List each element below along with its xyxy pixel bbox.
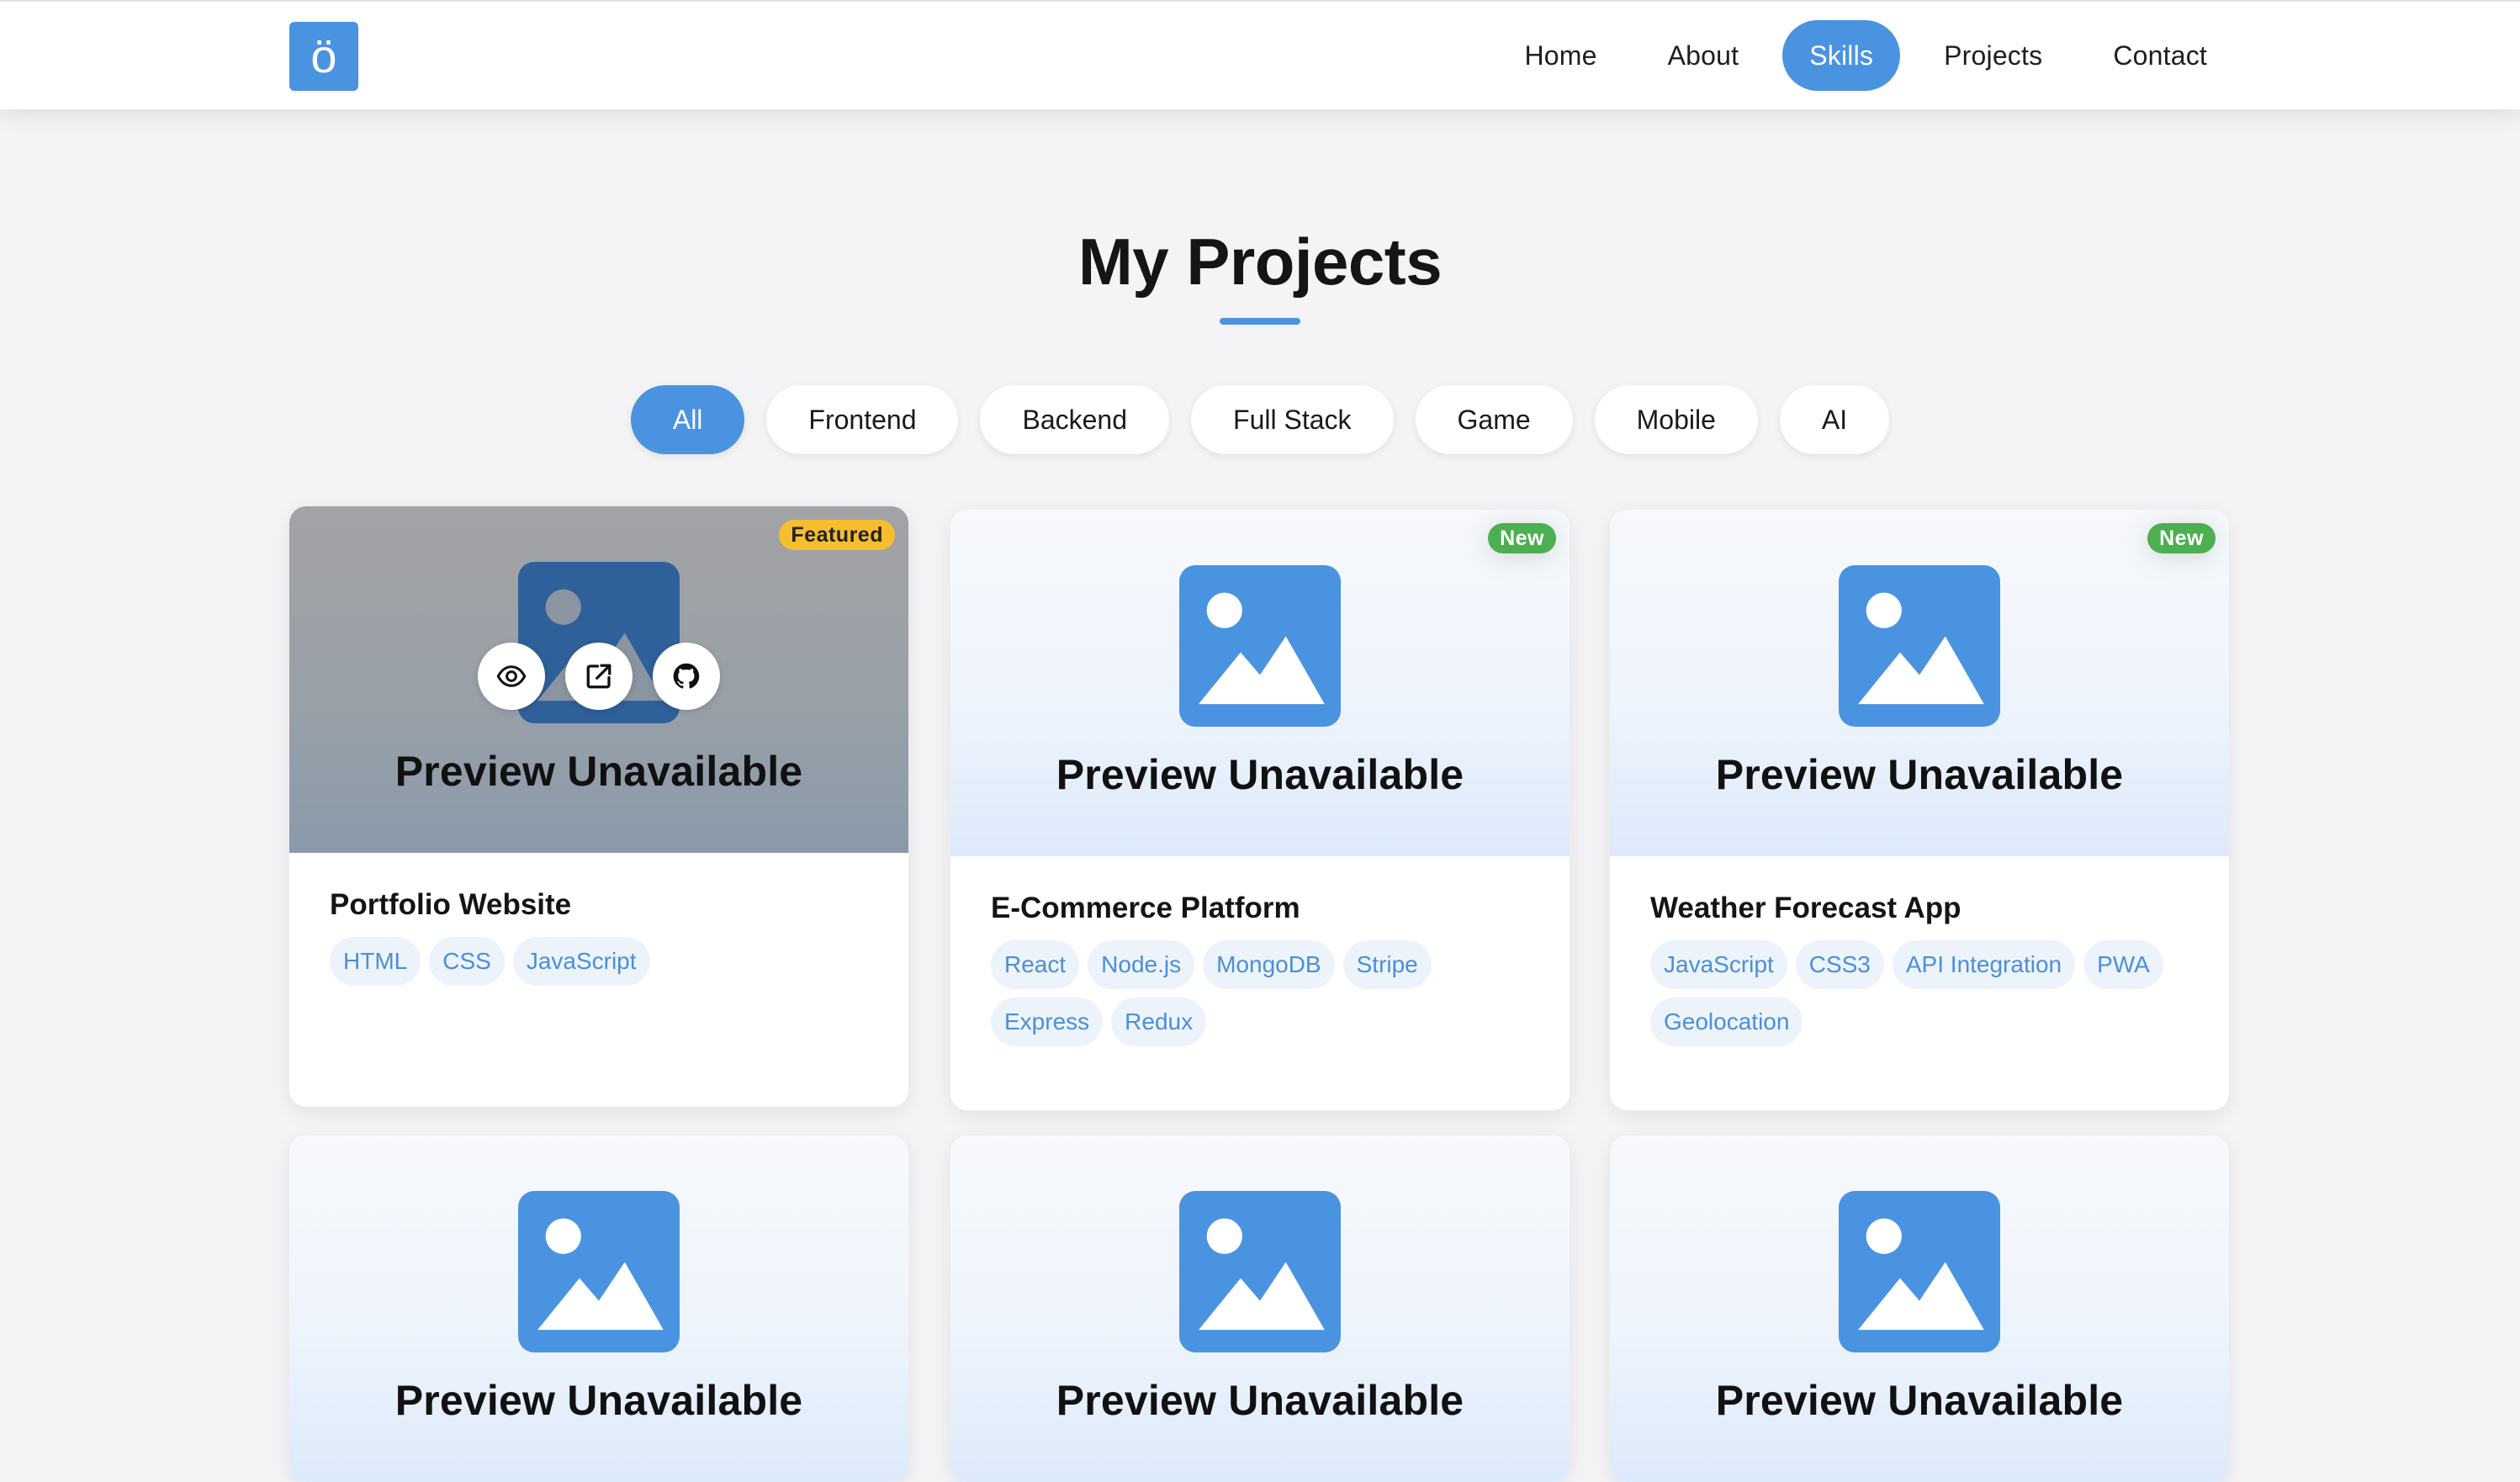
- tag: HTML: [330, 937, 421, 986]
- preview-unavailable-text: Preview Unavailable: [1056, 751, 1464, 798]
- open-link-button[interactable]: [565, 643, 633, 710]
- logo[interactable]: ö: [289, 22, 358, 91]
- filter-full-stack[interactable]: Full Stack: [1191, 385, 1394, 454]
- new-badge: New: [2147, 523, 2216, 553]
- featured-badge: Featured: [779, 520, 895, 550]
- tag: API Integration: [1892, 940, 2076, 989]
- tag-list: HTML CSS JavaScript: [330, 937, 868, 986]
- tag: CSS3: [1795, 940, 1884, 989]
- github-icon: [673, 663, 700, 689]
- nav-home[interactable]: Home: [1497, 20, 1623, 91]
- github-button[interactable]: [653, 643, 720, 710]
- filter-ai[interactable]: AI: [1779, 385, 1890, 454]
- filter-all[interactable]: All: [630, 385, 745, 454]
- project-card-portfolio[interactable]: Featured Preview Unavailable Portfolio W…: [289, 506, 908, 1107]
- filter-game[interactable]: Game: [1415, 385, 1573, 454]
- card-preview: Featured Preview Unavailable: [289, 506, 908, 853]
- card-body: Weather Forecast App JavaScript CSS3 API…: [1610, 856, 2229, 1110]
- preview-unavailable-text: Preview Unavailable: [394, 1377, 803, 1424]
- card-preview: Preview Unavailable: [950, 1135, 1570, 1482]
- tag: Geolocation: [1650, 998, 1803, 1046]
- project-card-weather[interactable]: New Preview Unavailable Weather Forecast…: [1610, 510, 2229, 1110]
- eye-icon: [496, 665, 527, 687]
- image-placeholder-icon: [1179, 565, 1341, 727]
- filter-mobile[interactable]: Mobile: [1594, 385, 1758, 454]
- project-card-ecommerce[interactable]: New Preview Unavailable E-Commerce Platf…: [950, 510, 1570, 1110]
- project-card[interactable]: Preview Unavailable: [1610, 1135, 2229, 1482]
- tag: JavaScript: [1650, 940, 1787, 989]
- tag-list: JavaScript CSS3 API Integration PWA Geol…: [1650, 940, 2189, 1046]
- project-title: E-Commerce Platform: [991, 892, 1300, 924]
- image-placeholder-icon: [518, 1191, 680, 1352]
- card-body: E-Commerce Platform React Node.js MongoD…: [950, 856, 1570, 1110]
- filter-frontend[interactable]: Frontend: [766, 385, 959, 454]
- tag: Stripe: [1342, 940, 1432, 989]
- project-card[interactable]: Preview Unavailable: [950, 1135, 1570, 1482]
- card-body: Portfolio Website HTML CSS JavaScript: [289, 853, 908, 1107]
- tag: MongoDB: [1203, 940, 1335, 989]
- nav-contact[interactable]: Contact: [2086, 20, 2234, 91]
- preview-unavailable-text: Preview Unavailable: [1715, 1377, 2124, 1424]
- image-placeholder-icon: [1839, 1191, 2000, 1352]
- filter-bar: All Frontend Backend Full Stack Game Mob…: [0, 385, 2520, 454]
- project-title: Portfolio Website: [330, 888, 572, 921]
- nav-projects[interactable]: Projects: [1917, 20, 2069, 91]
- external-link-icon: [586, 664, 611, 689]
- new-badge: New: [1488, 523, 1556, 553]
- tag: PWA: [2083, 940, 2163, 989]
- project-card[interactable]: Preview Unavailable: [289, 1135, 908, 1482]
- card-preview: New Preview Unavailable: [950, 510, 1570, 856]
- view-button[interactable]: [478, 643, 545, 710]
- card-preview: Preview Unavailable: [1610, 1135, 2229, 1482]
- navbar: ö Home About Skills Projects Contact: [0, 0, 2520, 109]
- nav-links: Home About Skills Projects Contact: [1497, 20, 2234, 91]
- preview-unavailable-text: Preview Unavailable: [1715, 751, 2124, 798]
- card-actions: [289, 643, 908, 710]
- nav-about[interactable]: About: [1641, 20, 1766, 91]
- tag: Express: [991, 998, 1104, 1046]
- project-title: Weather Forecast App: [1650, 892, 1961, 924]
- tag: JavaScript: [512, 937, 650, 986]
- tag-list: React Node.js MongoDB Stripe Express Red…: [991, 940, 1529, 1046]
- tag: Node.js: [1088, 940, 1195, 989]
- tag: CSS: [429, 937, 505, 986]
- tag: Redux: [1111, 998, 1207, 1046]
- preview-unavailable-text: Preview Unavailable: [1056, 1377, 1464, 1424]
- filter-backend[interactable]: Backend: [980, 385, 1170, 454]
- preview-unavailable-text: Preview Unavailable: [394, 748, 803, 795]
- image-placeholder-icon: [1839, 565, 2000, 727]
- image-placeholder-icon: [1179, 1191, 1341, 1352]
- tag: React: [991, 940, 1080, 989]
- card-preview: New Preview Unavailable: [1610, 510, 2229, 856]
- card-preview: Preview Unavailable: [289, 1135, 908, 1482]
- nav-skills[interactable]: Skills: [1782, 20, 1901, 91]
- page-title: My Projects: [1077, 225, 1443, 299]
- title-underline: [1220, 318, 1300, 325]
